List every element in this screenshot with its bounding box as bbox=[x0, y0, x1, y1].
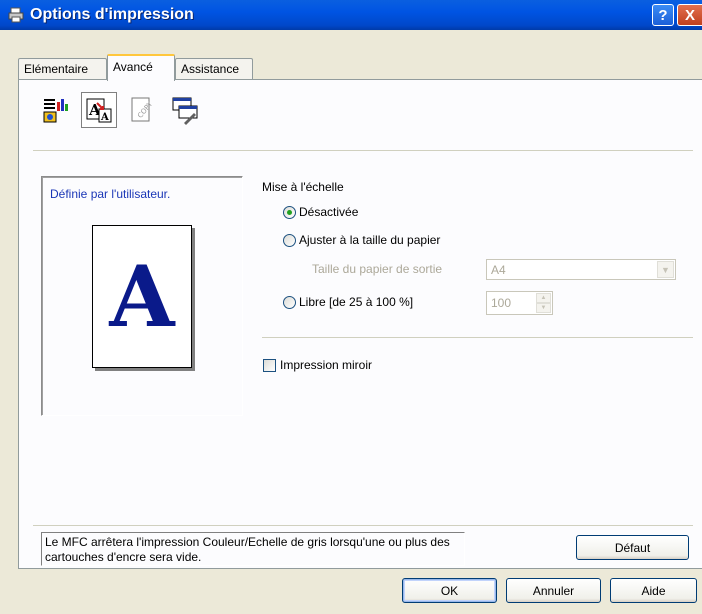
radio-fit-paper-label: Ajuster à la taille du papier bbox=[299, 233, 441, 247]
toolbar-divider bbox=[33, 150, 693, 151]
mirror-print-checkbox[interactable] bbox=[263, 358, 276, 372]
mirror-print-label: Impression miroir bbox=[280, 358, 373, 372]
title-bar[interactable]: Options d'impression ? X bbox=[0, 0, 702, 30]
preview-paper: A bbox=[92, 225, 192, 368]
close-title-button[interactable]: X bbox=[677, 4, 702, 26]
free-scale-stepper[interactable]: 100 ▲ ▼ bbox=[486, 291, 553, 315]
tab-avance[interactable]: Avancé bbox=[107, 54, 175, 81]
output-paper-select[interactable]: A4 ▼ bbox=[486, 259, 676, 280]
cancel-button[interactable]: Annuler bbox=[506, 578, 601, 603]
mirror-print-checkbox-row[interactable]: Impression miroir bbox=[263, 358, 372, 372]
radio-button[interactable] bbox=[283, 233, 296, 247]
radio-scaling-off[interactable]: Désactivée bbox=[283, 205, 358, 219]
radio-free-scale[interactable]: Libre [de 25 à 100 %] bbox=[283, 295, 413, 309]
scaling-icon[interactable]: A A bbox=[81, 92, 117, 128]
radio-button[interactable] bbox=[283, 295, 296, 309]
stepper-buttons[interactable]: ▲ ▼ bbox=[536, 293, 551, 313]
info-message: Le MFC arrêtera l'impression Couleur/Ech… bbox=[41, 532, 465, 566]
tab-assistance[interactable]: Assistance bbox=[175, 58, 253, 80]
radio-free-scale-label: Libre [de 25 à 100 %] bbox=[299, 295, 414, 309]
radio-fit-paper[interactable]: Ajuster à la taille du papier bbox=[283, 233, 440, 247]
chevron-down-icon[interactable]: ▼ bbox=[536, 303, 551, 313]
print-quality-icon[interactable] bbox=[38, 92, 74, 128]
help-title-button[interactable]: ? bbox=[652, 4, 674, 26]
output-paper-label: Taille du papier de sortie bbox=[312, 262, 443, 276]
watermark-copy-icon[interactable]: COPY bbox=[123, 92, 159, 128]
options-divider bbox=[262, 337, 693, 338]
preview-letter: A bbox=[109, 246, 175, 346]
printer-icon bbox=[8, 7, 24, 23]
help-button[interactable]: Aide bbox=[610, 578, 697, 603]
tab-elementaire[interactable]: Elémentaire bbox=[18, 58, 107, 80]
default-button[interactable]: Défaut bbox=[576, 535, 689, 560]
preview-box: Définie par l'utilisateur. A bbox=[41, 176, 243, 416]
window-title: Options d'impression bbox=[30, 6, 194, 23]
device-options-icon[interactable] bbox=[167, 92, 203, 128]
preview-label: Définie par l'utilisateur. bbox=[50, 187, 171, 201]
scaling-group-label: Mise à l'échelle bbox=[262, 180, 344, 194]
chevron-down-icon[interactable]: ▼ bbox=[657, 261, 674, 278]
bottom-divider bbox=[33, 525, 693, 526]
radio-button-checked[interactable] bbox=[283, 205, 296, 219]
svg-text:A: A bbox=[100, 112, 109, 123]
radio-scaling-off-label: Désactivée bbox=[299, 205, 359, 219]
print-options-window: Options d'impression ? X Elémentaire Ava… bbox=[0, 0, 702, 614]
chevron-up-icon[interactable]: ▲ bbox=[536, 293, 551, 303]
output-paper-value: A4 bbox=[491, 263, 506, 277]
tab-panel-avance: A A COPY Définie par l'utilisateur. A Mi… bbox=[18, 79, 702, 569]
ok-button[interactable]: OK bbox=[402, 578, 497, 603]
free-scale-value: 100 bbox=[491, 296, 512, 310]
